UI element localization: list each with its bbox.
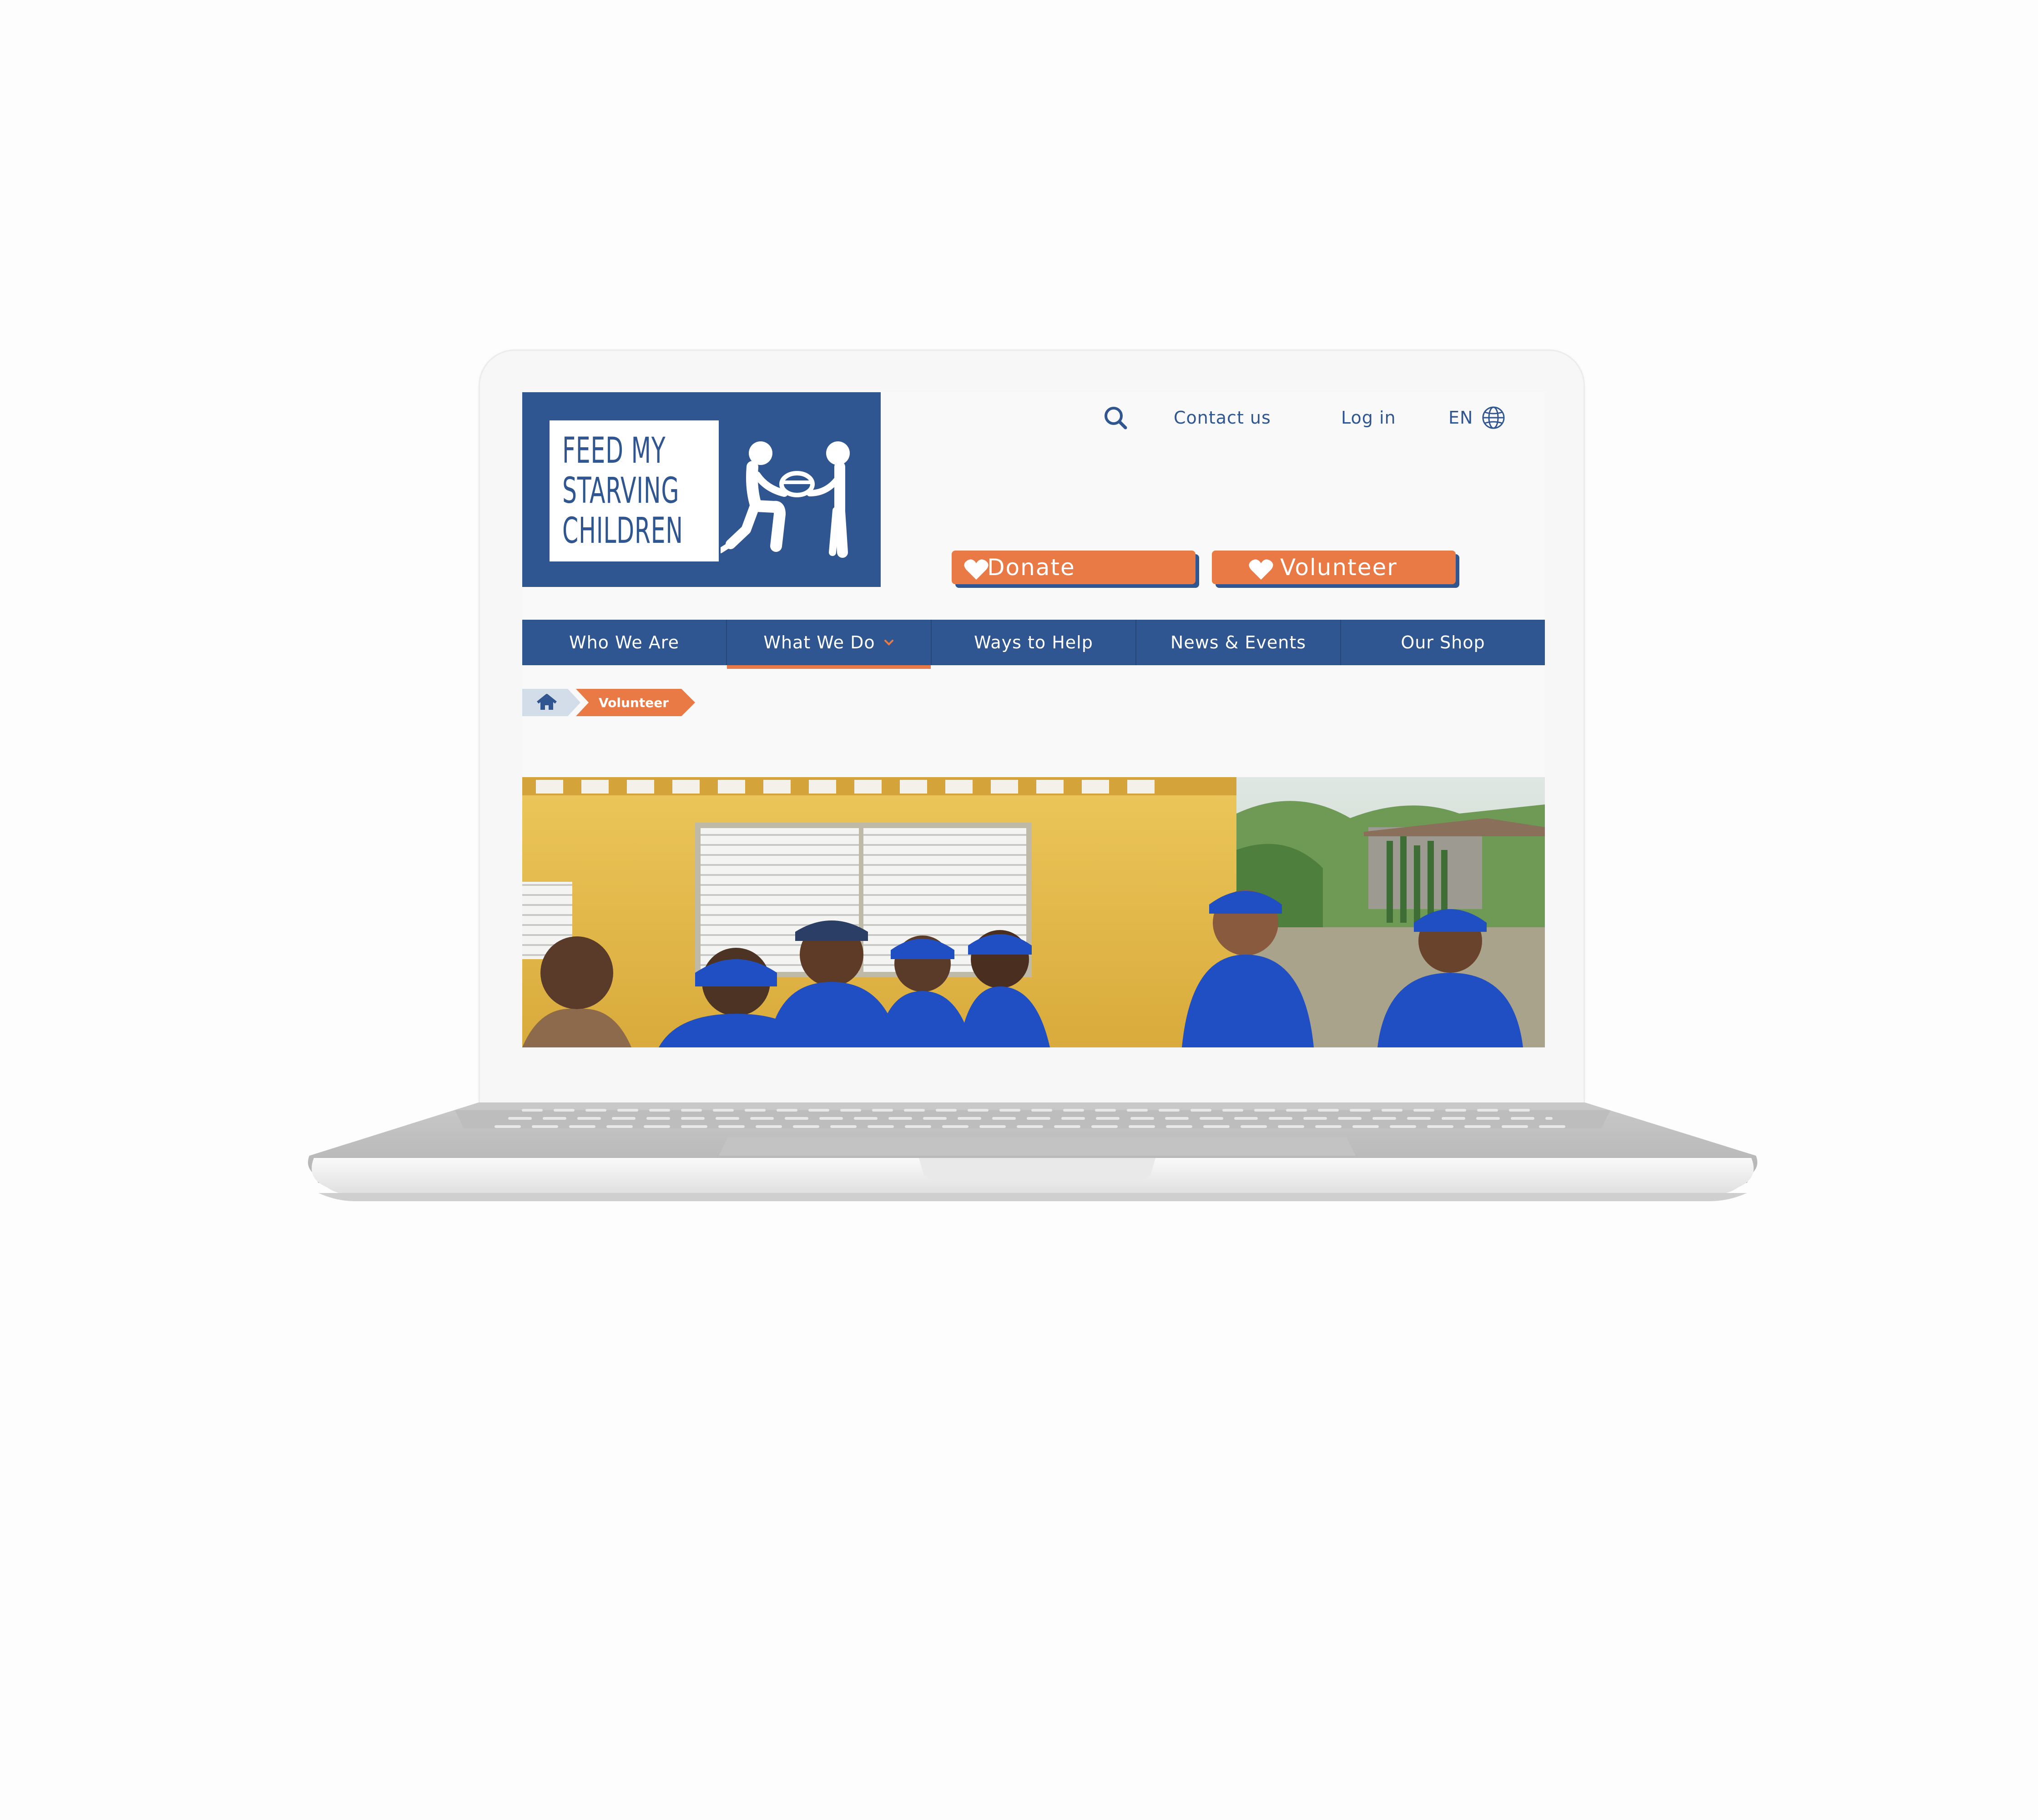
nav-item-ways-to-help[interactable]: Ways to Help (932, 620, 1136, 665)
volunteer-button[interactable]: Volunteer (1212, 551, 1456, 584)
volunteer-label: Volunteer (1280, 554, 1397, 581)
donate-label: Donate (987, 554, 1075, 581)
browser-screen: FEED MY STARVING CHILDREN Contact us Log… (522, 392, 1545, 1047)
hero-photo (522, 777, 1545, 1047)
donate-button[interactable]: Donate (952, 551, 1196, 584)
language-label: EN (1448, 408, 1473, 428)
login-link[interactable]: Log in (1341, 403, 1396, 432)
heart-icon (964, 559, 989, 580)
nav-item-label: Ways to Help (974, 632, 1093, 652)
logo-line: FEED MY (562, 430, 666, 471)
logo-line: CHILDREN (562, 511, 683, 551)
search-button[interactable] (1103, 403, 1128, 432)
nav-item-our-shop[interactable]: Our Shop (1341, 620, 1545, 665)
site-logo[interactable]: FEED MY STARVING CHILDREN (522, 392, 881, 587)
globe-icon (1482, 406, 1505, 429)
heart-icon (1249, 559, 1273, 580)
nav-item-label: News & Events (1170, 632, 1307, 652)
logo-figures-icon (721, 441, 850, 558)
search-icon (1105, 407, 1127, 430)
logo-wordmark: FEED MY STARVING CHILDREN (550, 420, 719, 561)
breadcrumb-home[interactable] (522, 689, 580, 716)
main-nav: Who We Are What We Do Ways to Help News … (522, 620, 1545, 669)
nav-item-news-events[interactable]: News & Events (1136, 620, 1341, 665)
nav-item-label: Our Shop (1401, 632, 1485, 652)
language-selector[interactable]: EN (1448, 403, 1506, 432)
nav-item-what-we-do[interactable]: What We Do (727, 620, 932, 669)
contact-us-link[interactable]: Contact us (1174, 403, 1271, 432)
nav-item-label: Who We Are (569, 632, 679, 652)
breadcrumb-current: Volunteer (598, 695, 669, 710)
chevron-down-icon (884, 640, 893, 646)
nav-item-who-we-are[interactable]: Who We Are (522, 620, 727, 665)
nav-item-label: What We Do (763, 632, 875, 652)
logo-line: STARVING (562, 470, 680, 511)
